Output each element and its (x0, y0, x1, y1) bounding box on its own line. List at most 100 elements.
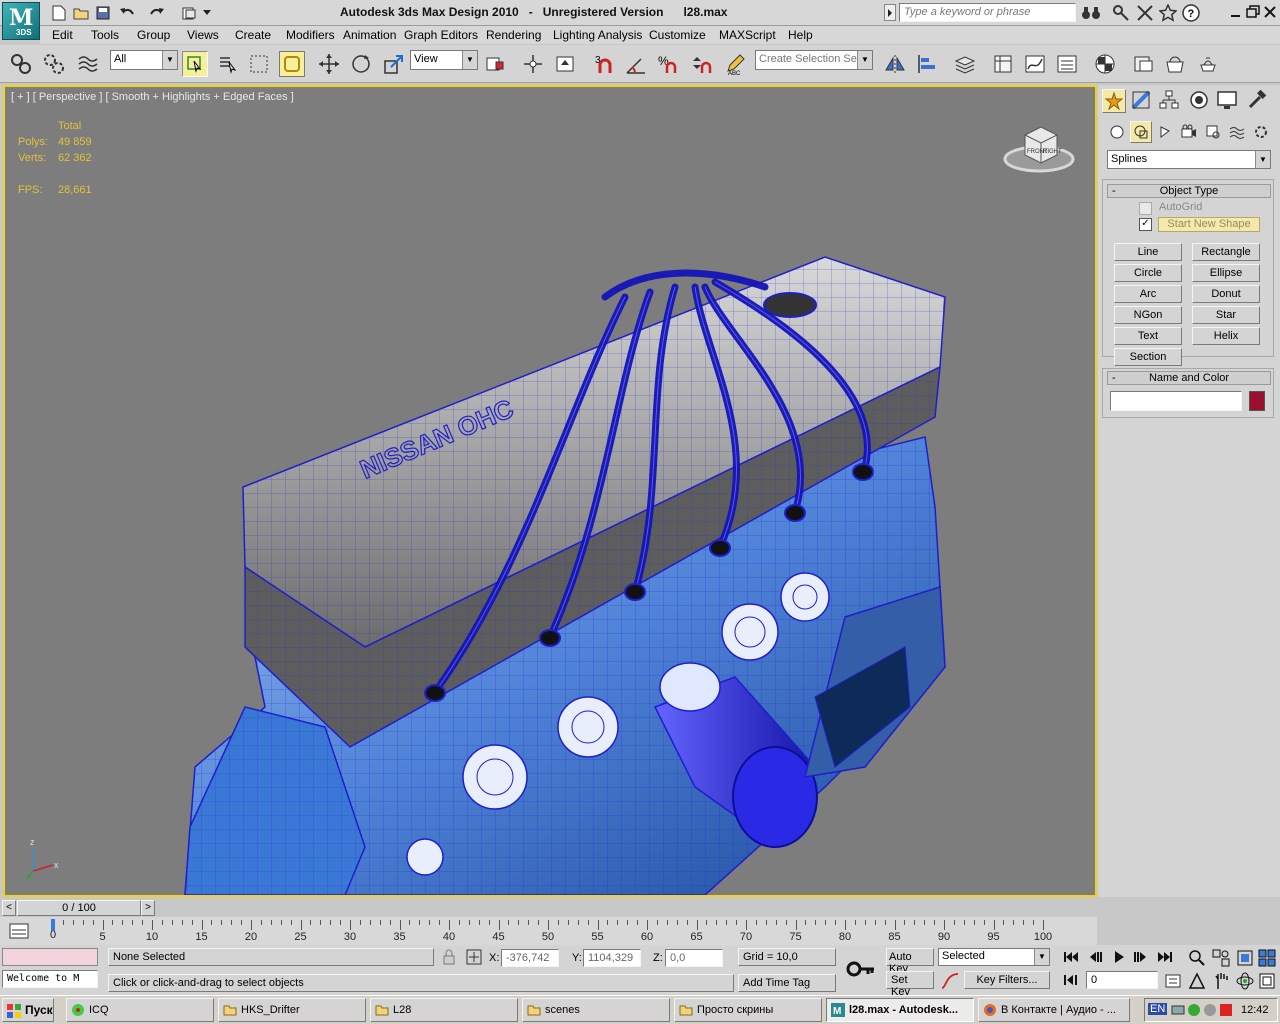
curve-editor-icon[interactable] (1022, 51, 1048, 77)
key-filters-button[interactable]: Key Filters... (964, 971, 1050, 989)
material-editor-icon[interactable] (1092, 51, 1118, 77)
lock-selection-icon[interactable] (441, 949, 457, 965)
track-bar[interactable]: 5 10 15 20 25 30 35 40 45 50 55 60 65 70 75 80 85 90 95 100… (0, 917, 1097, 945)
set-keys-key-icon[interactable] (846, 957, 876, 981)
ngon-button[interactable]: NGon (1114, 306, 1182, 324)
start-new-shape-checkbox[interactable]: ✓ (1139, 218, 1152, 231)
go-to-start-icon[interactable] (1062, 949, 1080, 965)
select-and-rotate-icon[interactable] (348, 51, 374, 77)
menu-customize[interactable]: Customize (649, 28, 706, 42)
geometry-category-icon[interactable] (1106, 121, 1128, 143)
menu-modifiers[interactable]: Modifiers (286, 28, 335, 42)
helix-button[interactable]: Helix (1192, 327, 1260, 345)
align-icon[interactable] (914, 51, 940, 77)
menu-animation[interactable]: Animation (343, 28, 396, 42)
select-and-move-icon[interactable] (316, 51, 342, 77)
binoculars-search-icon[interactable] (1078, 0, 1104, 26)
rectangle-button[interactable]: Rectangle (1192, 243, 1260, 261)
tray-messenger-icon[interactable] (1203, 1003, 1217, 1017)
spinner-snap-toggle-icon[interactable] (688, 51, 714, 77)
task-scenes[interactable]: scenes (522, 998, 670, 1022)
time-configuration-icon[interactable] (1164, 972, 1184, 990)
menu-group[interactable]: Group (137, 28, 170, 42)
z-coordinate-field[interactable]: 0,0 (665, 949, 723, 967)
select-object-icon[interactable] (182, 51, 208, 77)
application-button[interactable]: M 3DS (2, 2, 40, 40)
engine-model[interactable]: NISSAN OHC (5, 87, 1095, 895)
named-selection-sets-dropdown[interactable]: Create Selection Se ▼ (755, 50, 873, 70)
space-warps-category-icon[interactable] (1226, 121, 1248, 143)
lights-category-icon[interactable] (1154, 121, 1176, 143)
task-3ds-max[interactable]: Ml28.max - Autodesk... (826, 998, 974, 1022)
window-crossing-icon[interactable] (279, 51, 305, 77)
time-slider-prev-button[interactable]: < (2, 900, 16, 916)
absolute-mode-transform-icon[interactable] (466, 949, 482, 965)
go-to-end-icon[interactable] (1156, 949, 1174, 965)
auto-key-button[interactable]: Auto Key (886, 948, 934, 975)
project-folder-icon[interactable] (176, 0, 202, 26)
task-screenshots[interactable]: Просто скрины (674, 998, 822, 1022)
close-window-icon[interactable] (1262, 4, 1278, 20)
snaps-toggle-icon[interactable]: 3 (592, 51, 618, 77)
rectangular-selection-region-icon[interactable] (246, 51, 272, 77)
restore-window-icon[interactable] (1245, 4, 1261, 20)
undo-icon[interactable] (114, 0, 140, 26)
ellipse-button[interactable]: Ellipse (1192, 264, 1260, 282)
default-in-out-tangent-icon[interactable] (940, 972, 960, 990)
tab-display[interactable] (1216, 89, 1240, 113)
time-slider-track[interactable]: 0 / 100 (16, 900, 1096, 916)
selection-filter-dropdown[interactable]: All ▼ (110, 50, 178, 70)
x-coordinate-field[interactable]: -376,742 (501, 949, 559, 967)
tab-create[interactable] (1102, 89, 1126, 113)
circle-button[interactable]: Circle (1114, 264, 1182, 282)
tray-antivirus-icon[interactable] (1187, 1003, 1201, 1017)
start-button[interactable]: Пуск (2, 998, 54, 1022)
name-color-rollout-title[interactable]: - Name and Color (1107, 371, 1271, 385)
keyboard-shortcut-override-icon[interactable] (552, 51, 578, 77)
object-type-rollout-title[interactable]: - Object Type (1107, 184, 1271, 198)
menu-maxscript[interactable]: MAXScript (719, 28, 776, 42)
select-and-link-icon[interactable] (8, 51, 34, 77)
previous-frame-icon[interactable] (1086, 949, 1104, 965)
tray-network-icon[interactable] (1171, 1003, 1185, 1017)
render-setup-icon[interactable] (1130, 51, 1156, 77)
object-color-swatch[interactable] (1249, 391, 1265, 411)
bind-to-space-warp-icon[interactable] (75, 51, 101, 77)
menu-rendering[interactable]: Rendering (486, 28, 541, 42)
text-button[interactable]: Text (1114, 327, 1182, 345)
time-slider-next-button[interactable]: > (141, 900, 155, 916)
key-mode-toggle-icon[interactable] (1062, 972, 1080, 988)
y-coordinate-field[interactable]: 1104,329 (583, 949, 641, 967)
tab-hierarchy[interactable] (1158, 89, 1182, 113)
tray-app-icon[interactable] (1219, 1003, 1233, 1017)
zoom-all-icon[interactable] (1212, 949, 1230, 967)
current-frame-field[interactable]: 0 (1086, 971, 1158, 989)
select-by-name-icon[interactable] (215, 51, 241, 77)
play-icon[interactable] (1110, 949, 1128, 965)
cameras-category-icon[interactable] (1178, 121, 1200, 143)
pan-view-icon[interactable] (1212, 972, 1230, 990)
angle-snap-toggle-icon[interactable] (623, 51, 649, 77)
save-file-icon[interactable] (90, 0, 116, 26)
object-name-input[interactable] (1110, 391, 1242, 411)
maxscript-mini-listener[interactable]: Welcome to M (2, 970, 98, 988)
edit-named-selection-sets-icon[interactable]: ABC (722, 51, 748, 77)
select-and-scale-icon[interactable] (381, 51, 407, 77)
task-browser[interactable]: В Контакте | Аудио - ... (978, 998, 1130, 1022)
language-indicator[interactable]: EN (1148, 1003, 1168, 1015)
rendered-frame-window-icon[interactable] (1162, 51, 1188, 77)
schematic-view-icon[interactable] (1054, 51, 1080, 77)
quick-access-dropdown-icon[interactable] (200, 0, 214, 26)
mirror-icon[interactable] (882, 51, 908, 77)
help-icon[interactable]: ? (1178, 0, 1204, 26)
donut-button[interactable]: Donut (1192, 285, 1260, 303)
menu-graph-editors[interactable]: Graph Editors (404, 28, 478, 42)
shapes-category-icon[interactable] (1130, 121, 1152, 143)
infocenter-collapse-icon[interactable] (884, 4, 896, 21)
graphite-modeling-tools-icon[interactable] (990, 51, 1016, 77)
percent-snap-toggle-icon[interactable]: % (655, 51, 681, 77)
select-and-manipulate-icon[interactable] (520, 51, 546, 77)
layer-manager-icon[interactable] (952, 51, 978, 77)
zoom-extents-all-icon[interactable] (1258, 949, 1276, 967)
menu-create[interactable]: Create (235, 28, 271, 42)
